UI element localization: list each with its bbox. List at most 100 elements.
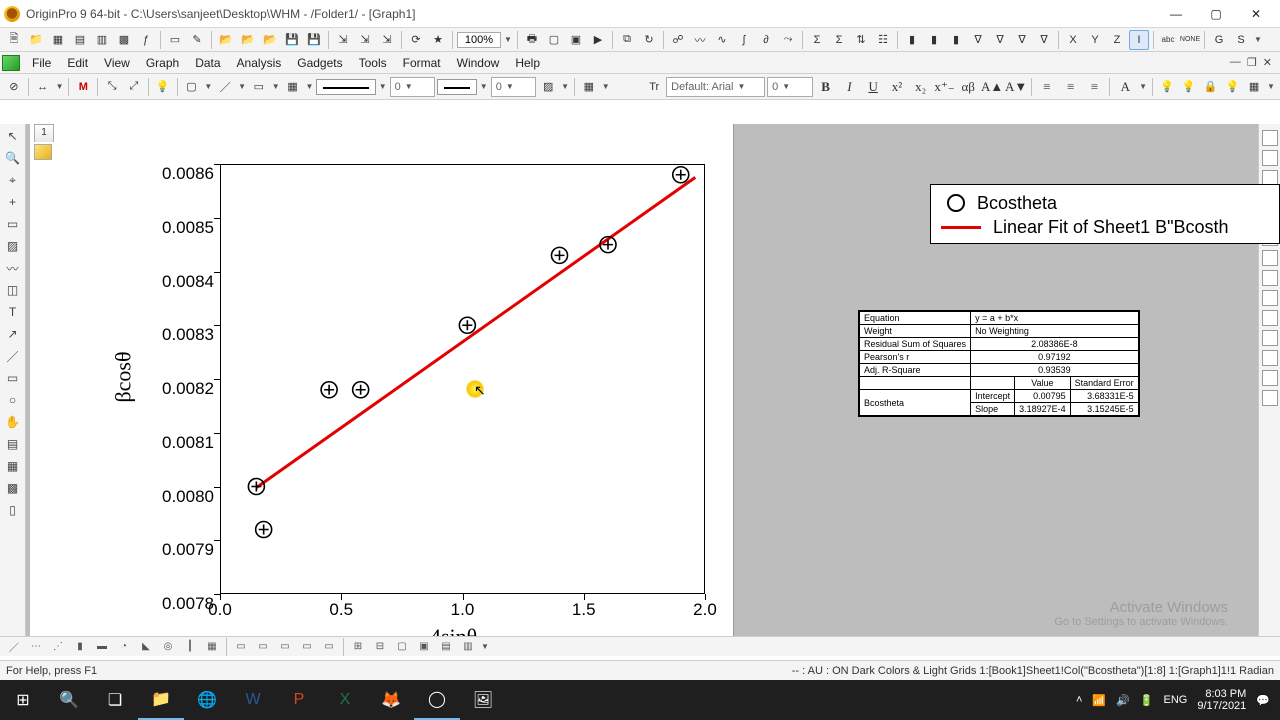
rescale-dd-icon[interactable]: ▼	[55, 82, 65, 91]
interp-icon[interactable]: ⤳	[778, 30, 798, 50]
fit-results-table[interactable]: Equationy = a + b*x WeightNo Weighting R…	[858, 310, 1140, 417]
layer1-icon[interactable]: ▢	[392, 639, 412, 655]
scale-in-icon[interactable]: ⤡	[102, 77, 122, 97]
notes-icon[interactable]: ✎	[187, 30, 207, 50]
fontcolor-dd-icon[interactable]: ▼	[1138, 82, 1148, 91]
pattern-dd-icon[interactable]: ▼	[304, 82, 314, 91]
plot-linescatter-icon[interactable]: ⋰	[48, 639, 68, 655]
screen-reader-icon[interactable]: +	[3, 192, 23, 212]
mdi-restore-icon[interactable]: ❐	[1247, 56, 1257, 69]
y-axis-icon[interactable]: Y	[1085, 30, 1105, 50]
lock-icon[interactable]: 🔒	[1201, 77, 1221, 97]
border-icon[interactable]: ▭	[249, 77, 269, 97]
legend-box[interactable]: Bcostheta Linear Fit of Sheet1 B"Bcosth	[930, 184, 1280, 244]
menu-file[interactable]: File	[24, 53, 59, 73]
import-single-icon[interactable]: ⇲	[355, 30, 375, 50]
palette-icon[interactable]: ▦	[1244, 77, 1264, 97]
right-tool-12-icon[interactable]	[1262, 350, 1278, 366]
new-excel-icon[interactable]: ▤	[70, 30, 90, 50]
filter3-icon[interactable]: ∇	[1012, 30, 1032, 50]
italic-button[interactable]: I	[839, 76, 861, 98]
diff-icon[interactable]: ∂	[756, 30, 776, 50]
tray-chevron-icon[interactable]: ˄	[1076, 694, 1082, 706]
filter2-icon[interactable]: ∇	[990, 30, 1010, 50]
smooth-icon[interactable]: ∿	[712, 30, 732, 50]
open-template-icon[interactable]: 📂	[238, 30, 258, 50]
right-tool-2-icon[interactable]	[1262, 150, 1278, 166]
menu-data[interactable]: Data	[187, 53, 228, 73]
fft-icon[interactable]: 〰	[690, 30, 710, 50]
new-function-icon[interactable]: ƒ	[136, 30, 156, 50]
line-tool-icon[interactable]: ／	[3, 346, 23, 366]
right-tool-9-icon[interactable]	[1262, 290, 1278, 306]
windows-taskbar[interactable]: ⊞ 🔍 ❏ 📁 🌐 W P X 🦊 ◯ 🖼 ˄ 📶 🔊 🔋 ENG 8:03 P…	[0, 680, 1280, 720]
line-color-icon[interactable]: ／	[215, 77, 235, 97]
right-tool-11-icon[interactable]	[1262, 330, 1278, 346]
menu-edit[interactable]: Edit	[59, 53, 96, 73]
mask-tool-icon[interactable]: ▨	[3, 236, 23, 256]
template5-icon[interactable]: ▭	[319, 639, 339, 655]
template4-icon[interactable]: ▭	[297, 639, 317, 655]
taskview-icon[interactable]: ❏	[92, 680, 138, 720]
template-icon[interactable]: ▭	[231, 639, 251, 655]
supersub-button[interactable]: x⁺₋	[934, 76, 956, 98]
bar1-icon[interactable]: ▮	[902, 30, 922, 50]
fill-icon[interactable]: ▢	[182, 77, 202, 97]
lightbulb3-icon[interactable]: 💡	[1222, 77, 1242, 97]
close-button[interactable]: ✕	[1236, 4, 1276, 24]
integrate-icon[interactable]: ∫	[734, 30, 754, 50]
font-size-combo[interactable]: 0▼	[767, 77, 813, 97]
plot-scatter-icon[interactable]: ⋯	[26, 639, 46, 655]
misc3-tool-icon[interactable]: ▩	[3, 478, 23, 498]
menu-help[interactable]: Help	[507, 53, 548, 73]
plot-pie-icon[interactable]: ◔	[114, 639, 134, 655]
hatch-icon[interactable]: ▨	[538, 77, 558, 97]
align-left-button[interactable]: ≡	[1036, 76, 1058, 98]
menu-tools[interactable]: Tools	[351, 53, 395, 73]
plot-stock-icon[interactable]: ┃	[180, 639, 200, 655]
minimize-button[interactable]: —	[1156, 4, 1196, 24]
right-tool-7-icon[interactable]	[1262, 250, 1278, 266]
right-tool-8-icon[interactable]	[1262, 270, 1278, 286]
antialias-icon[interactable]: ⊘	[4, 77, 24, 97]
font-name-combo[interactable]: Default: Arial▼	[666, 77, 765, 97]
none-icon[interactable]: NONE	[1180, 30, 1200, 50]
mdi-close-icon[interactable]: ✕	[1263, 56, 1272, 69]
arrow-tool-icon[interactable]: ↗	[3, 324, 23, 344]
sort-icon[interactable]: ⇅	[851, 30, 871, 50]
duplicate-icon[interactable]: ⧉	[617, 30, 637, 50]
lightbulb2-icon[interactable]: 💡	[1179, 77, 1199, 97]
plot-contour-icon[interactable]: ▦	[202, 639, 222, 655]
freq-icon[interactable]: ☷	[873, 30, 893, 50]
draw-tool-icon[interactable]: 〰	[3, 258, 23, 278]
origin-taskbar-icon[interactable]: ◯	[414, 680, 460, 720]
stats-col-icon[interactable]: Σ	[807, 30, 827, 50]
cursor-axis-icon[interactable]: I	[1129, 30, 1149, 50]
linec-dd-icon[interactable]: ▼	[237, 82, 247, 91]
hand-tool-icon[interactable]: ✋	[3, 412, 23, 432]
template3-icon[interactable]: ▭	[275, 639, 295, 655]
menu-window[interactable]: Window	[449, 53, 508, 73]
align-center-button[interactable]: ≡	[1060, 76, 1082, 98]
rect-tool-icon[interactable]: ▭	[3, 368, 23, 388]
linestyle-dd-icon[interactable]: ▼	[378, 82, 388, 91]
tray-notifications-icon[interactable]: 💬	[1256, 694, 1270, 707]
symbol-size-combo[interactable]: 0▼	[491, 77, 537, 97]
s-dropdown-icon[interactable]: ▼	[1253, 35, 1263, 44]
font-color-button[interactable]: A	[1114, 76, 1136, 98]
stats-row-icon[interactable]: Σ	[829, 30, 849, 50]
slide-icon[interactable]: ▢	[544, 30, 564, 50]
search-icon[interactable]: 🔍	[46, 680, 92, 720]
new-project-icon[interactable]: 🗎	[4, 30, 24, 50]
pointer-tool-icon[interactable]: ↖	[3, 126, 23, 146]
menu-view[interactable]: View	[96, 53, 138, 73]
roi-tool-icon[interactable]: ◫	[3, 280, 23, 300]
linepv-dd-icon[interactable]: ▼	[479, 82, 489, 91]
misc2-tool-icon[interactable]: ▦	[3, 456, 23, 476]
region-tool-icon[interactable]: ▭	[3, 214, 23, 234]
z-axis-icon[interactable]: Z	[1107, 30, 1127, 50]
filter4-icon[interactable]: ∇	[1034, 30, 1054, 50]
tray-lang-icon[interactable]: ENG	[1164, 694, 1188, 706]
fill-dd-icon[interactable]: ▼	[203, 82, 213, 91]
line-width-combo[interactable]: 0▼	[390, 77, 436, 97]
